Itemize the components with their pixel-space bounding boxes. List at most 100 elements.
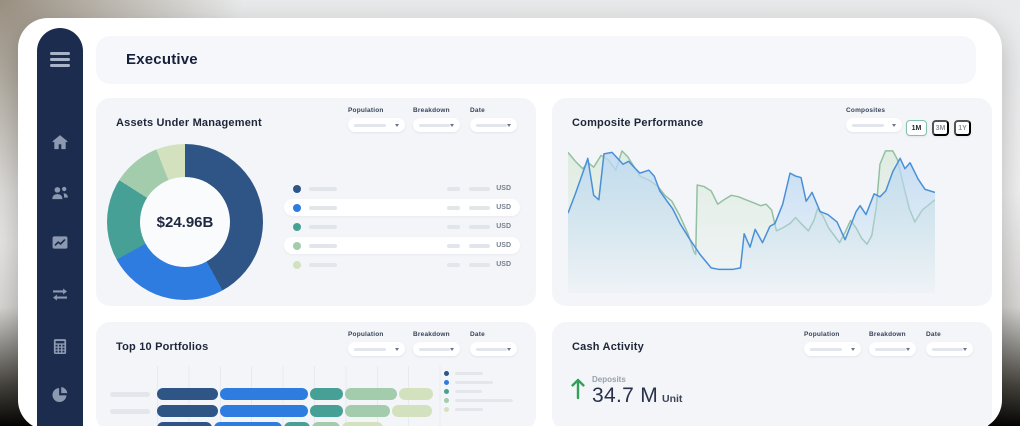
card-assets-under-management: Assets Under Management Population Break… [96, 98, 536, 306]
breakdown-filter: Breakdown [869, 331, 916, 356]
sidebar [37, 28, 83, 426]
aum-donut-chart: $24.96B [107, 144, 263, 300]
bar-segment [312, 422, 340, 426]
arrow-up-icon [570, 378, 586, 400]
legend-label-placeholder [455, 381, 493, 384]
chevron-down-icon [906, 348, 910, 351]
sidebar-item-performance[interactable] [50, 232, 71, 253]
legend-label-placeholder [309, 225, 337, 229]
population-select[interactable] [804, 342, 861, 356]
filter-label: Population [804, 331, 861, 338]
card-title: Top 10 Portfolios [116, 341, 208, 353]
sidebar-item-transactions[interactable] [50, 284, 71, 305]
population-select[interactable] [348, 118, 405, 132]
legend-dot [293, 204, 301, 212]
chevron-down-icon [395, 348, 399, 351]
bar-segment [157, 405, 218, 417]
currency-label: USD [496, 204, 511, 211]
value-placeholder [447, 263, 460, 267]
home-icon [50, 132, 71, 153]
chevron-down-icon [963, 348, 967, 351]
currency-label: USD [496, 223, 511, 230]
legend-label-placeholder [309, 244, 337, 248]
aum-legend: USDUSDUSDUSDUSD [284, 180, 520, 275]
composites-select[interactable] [846, 118, 902, 132]
chevron-down-icon [450, 348, 454, 351]
filter-label: Breakdown [413, 331, 460, 338]
legend-dot [293, 185, 301, 193]
bar-segment [157, 422, 212, 426]
legend-label-placeholder [455, 399, 513, 402]
sidebar-item-home[interactable] [50, 132, 71, 153]
composite-line-chart [568, 145, 935, 293]
menu-icon[interactable] [50, 52, 70, 70]
range-button-3m[interactable]: 3M [932, 120, 949, 136]
aum-legend-row: USD [284, 218, 520, 235]
deposits-unit: Unit [662, 393, 682, 405]
transfer-arrows-icon [50, 284, 71, 305]
date-filter: Date [470, 107, 517, 132]
date-filter: Date [926, 331, 973, 356]
chevron-down-icon [892, 124, 896, 127]
chevron-down-icon [851, 348, 855, 351]
value-placeholder [469, 244, 490, 248]
sidebar-item-clients[interactable] [50, 182, 71, 203]
chevron-down-icon [507, 124, 511, 127]
filter-label: Date [470, 107, 517, 114]
legend-label-placeholder [455, 390, 482, 393]
range-buttons: 1M 3M 1Y [906, 120, 971, 136]
card-title: Composite Performance [572, 117, 703, 129]
filter-label: Population [348, 107, 405, 114]
bar-track [157, 405, 440, 417]
top10-legend-entry [444, 389, 513, 394]
value-placeholder [447, 187, 460, 191]
bar-segment [345, 405, 390, 417]
currency-label: USD [496, 242, 511, 249]
population-filter: Population [804, 331, 861, 356]
date-select[interactable] [470, 342, 517, 356]
aum-total-value: $24.96B [157, 214, 214, 231]
deposits-value: 34.7 M Unit [592, 384, 682, 408]
bar-segment [310, 388, 343, 400]
aum-legend-row: USD [284, 199, 520, 216]
legend-label-placeholder [309, 206, 337, 210]
sidebar-item-allocation[interactable] [50, 384, 71, 405]
date-select[interactable] [470, 118, 517, 132]
card-cash-activity: Cash Activity Population Breakdown Date … [552, 322, 992, 426]
population-select[interactable] [348, 342, 405, 356]
chart-box-icon [50, 232, 71, 253]
bar-segment [342, 422, 383, 426]
sidebar-item-calculator[interactable] [50, 336, 71, 357]
filter-label: Composites [846, 107, 902, 114]
breakdown-select[interactable] [869, 342, 916, 356]
currency-label: USD [496, 261, 511, 268]
top10-legend-entry [444, 398, 513, 403]
range-button-1m[interactable]: 1M [906, 120, 927, 136]
legend-dot [444, 398, 449, 403]
users-icon [50, 182, 71, 203]
legend-label-placeholder [455, 372, 483, 375]
chevron-down-icon [395, 124, 399, 127]
value-placeholder [469, 263, 490, 267]
card-composite-performance: Composite Performance Composites 1M 3M 1… [552, 98, 992, 306]
legend-label-placeholder [309, 187, 337, 191]
row-label-placeholder [110, 409, 150, 414]
value-placeholder [447, 206, 460, 210]
card-title: Cash Activity [572, 341, 644, 353]
filter-label: Breakdown [413, 107, 460, 114]
breakdown-select[interactable] [413, 342, 460, 356]
deposits-label: Deposits [592, 375, 626, 384]
page-title: Executive [96, 36, 976, 84]
value-placeholder [447, 225, 460, 229]
bar-segment [157, 388, 218, 400]
filter-label: Population [348, 331, 405, 338]
filter-label: Date [926, 331, 973, 338]
date-select[interactable] [926, 342, 973, 356]
range-button-1y[interactable]: 1Y [954, 120, 971, 136]
breakdown-select[interactable] [413, 118, 460, 132]
legend-dot [293, 242, 301, 250]
breakdown-filter: Breakdown [413, 331, 460, 356]
top10-legend-entry [444, 407, 513, 412]
top10-legend [444, 371, 513, 416]
legend-label-placeholder [309, 263, 337, 267]
